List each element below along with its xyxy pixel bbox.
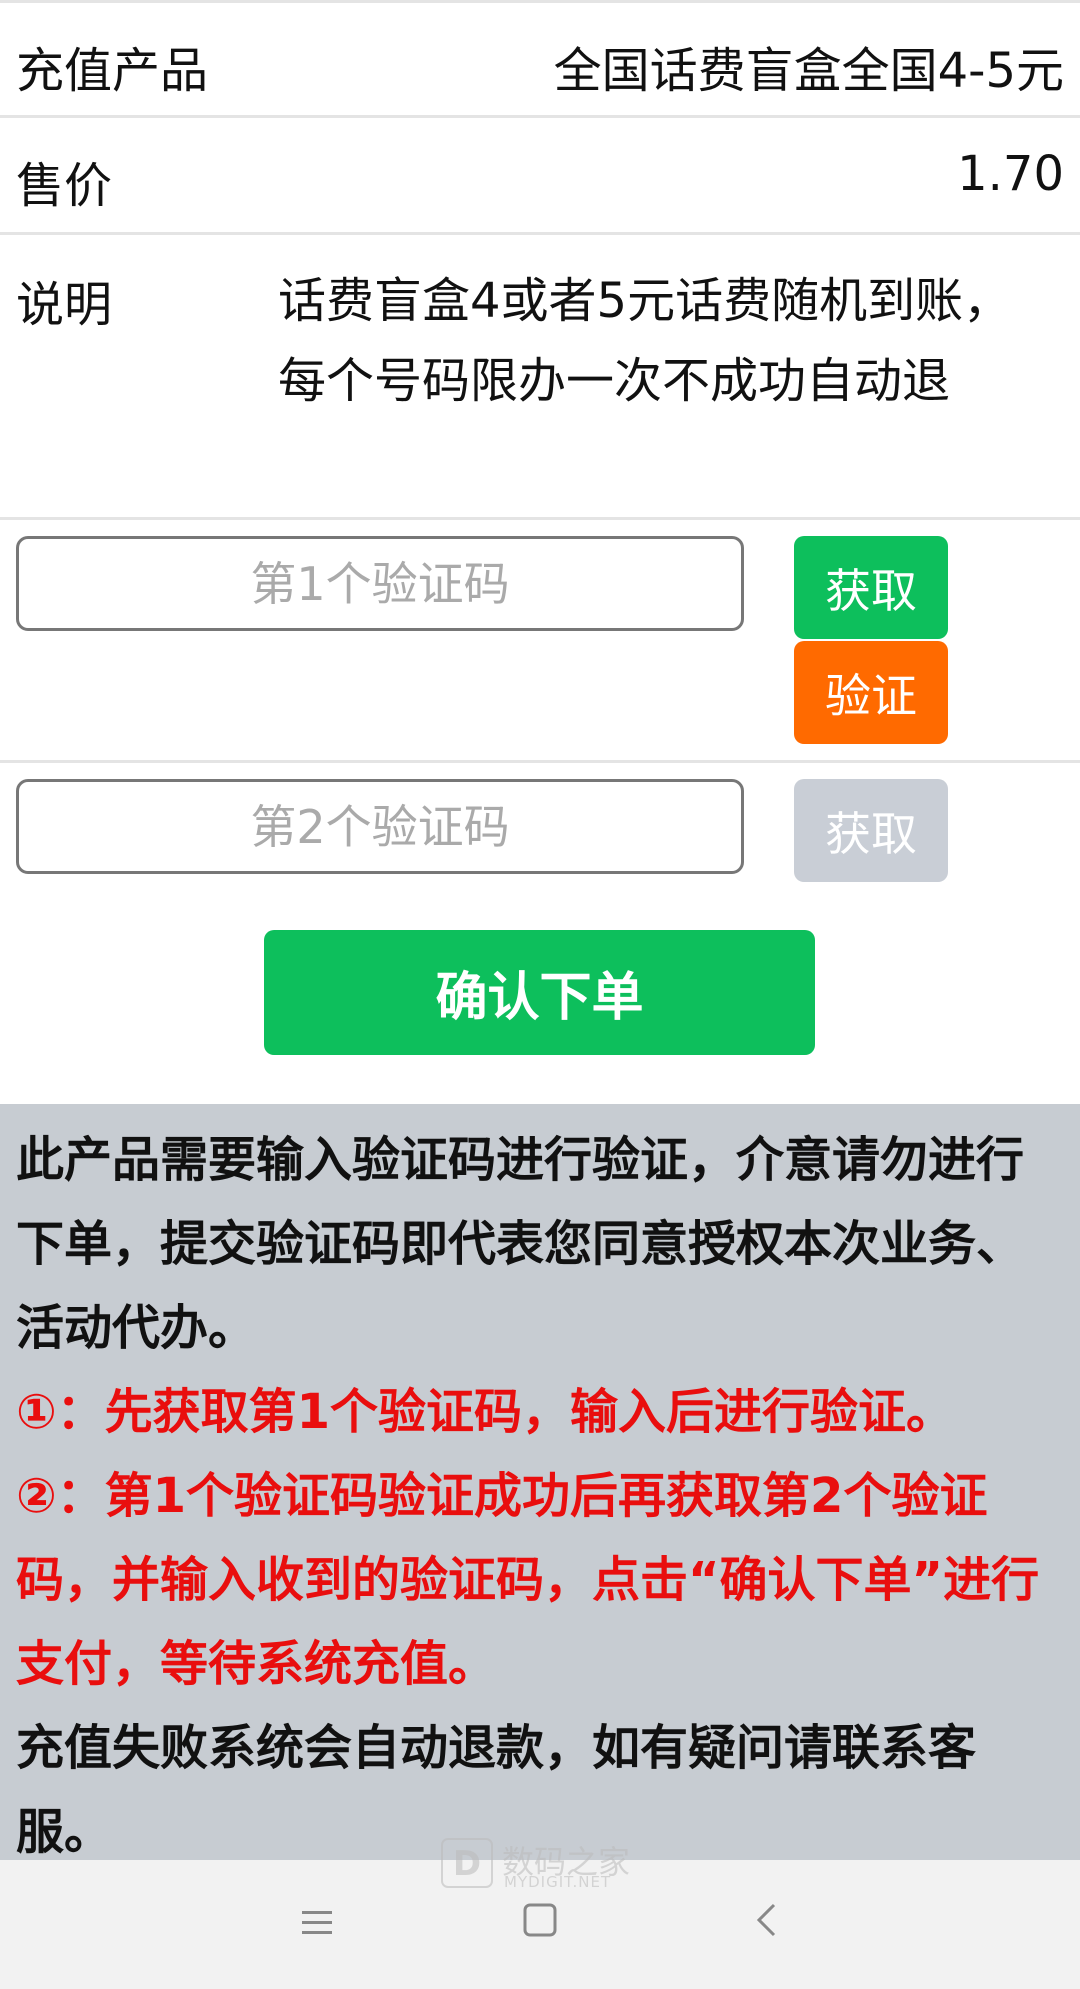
description-row: 说明 话费盲盒4或者5元话费随机到账，每个号码限办一次不成功自动退 bbox=[0, 235, 1080, 520]
confirm-order-button[interactable]: 确认下单 bbox=[264, 930, 815, 1055]
notice-step2: ②：第1个验证码验证成功后再获取第2个验证码，并输入收到的验证码，点击“确认下单… bbox=[16, 1468, 1040, 1692]
description-label: 说明 bbox=[16, 277, 113, 333]
code1-verify-button[interactable]: 验证 bbox=[794, 641, 948, 744]
svg-text:D: D bbox=[453, 1844, 481, 1884]
menu-icon[interactable] bbox=[300, 1905, 334, 1939]
watermark-text-en: MYDIGIT.NET bbox=[504, 1873, 612, 1891]
notice-panel: 此产品需要输入验证码进行验证，介意请勿进行下单，提交验证码即代表您同意授权本次业… bbox=[0, 1104, 1080, 1860]
product-label: 充值产品 bbox=[16, 43, 209, 99]
code1-input[interactable] bbox=[16, 536, 744, 631]
code2-get-button[interactable]: 获取 bbox=[794, 779, 948, 882]
watermark-logo: D 数码之家 MYDIGIT.NET bbox=[440, 1835, 640, 1891]
code2-row: 获取 bbox=[0, 763, 1080, 913]
back-chevron-icon[interactable] bbox=[754, 1902, 780, 1938]
notice-step1: ①：先获取第1个验证码，输入后进行验证。 bbox=[16, 1384, 955, 1440]
code2-input[interactable] bbox=[16, 779, 744, 874]
price-value: 1.70 bbox=[957, 146, 1064, 202]
description-text: 话费盲盒4或者5元话费随机到账，每个号码限办一次不成功自动退 bbox=[278, 273, 1012, 409]
home-square-icon[interactable] bbox=[522, 1902, 558, 1938]
code1-get-button[interactable]: 获取 bbox=[794, 536, 948, 639]
product-row: 充值产品 全国话费盲盒全国4-5元 bbox=[0, 0, 1080, 118]
product-value: 全国话费盲盒全国4-5元 bbox=[553, 43, 1064, 99]
price-label: 售价 bbox=[16, 158, 113, 214]
price-row: 售价 1.70 bbox=[0, 118, 1080, 235]
notice-intro: 此产品需要输入验证码进行验证，介意请勿进行下单，提交验证码即代表您同意授权本次业… bbox=[16, 1132, 1025, 1356]
code1-row: 获取 验证 bbox=[0, 520, 1080, 763]
